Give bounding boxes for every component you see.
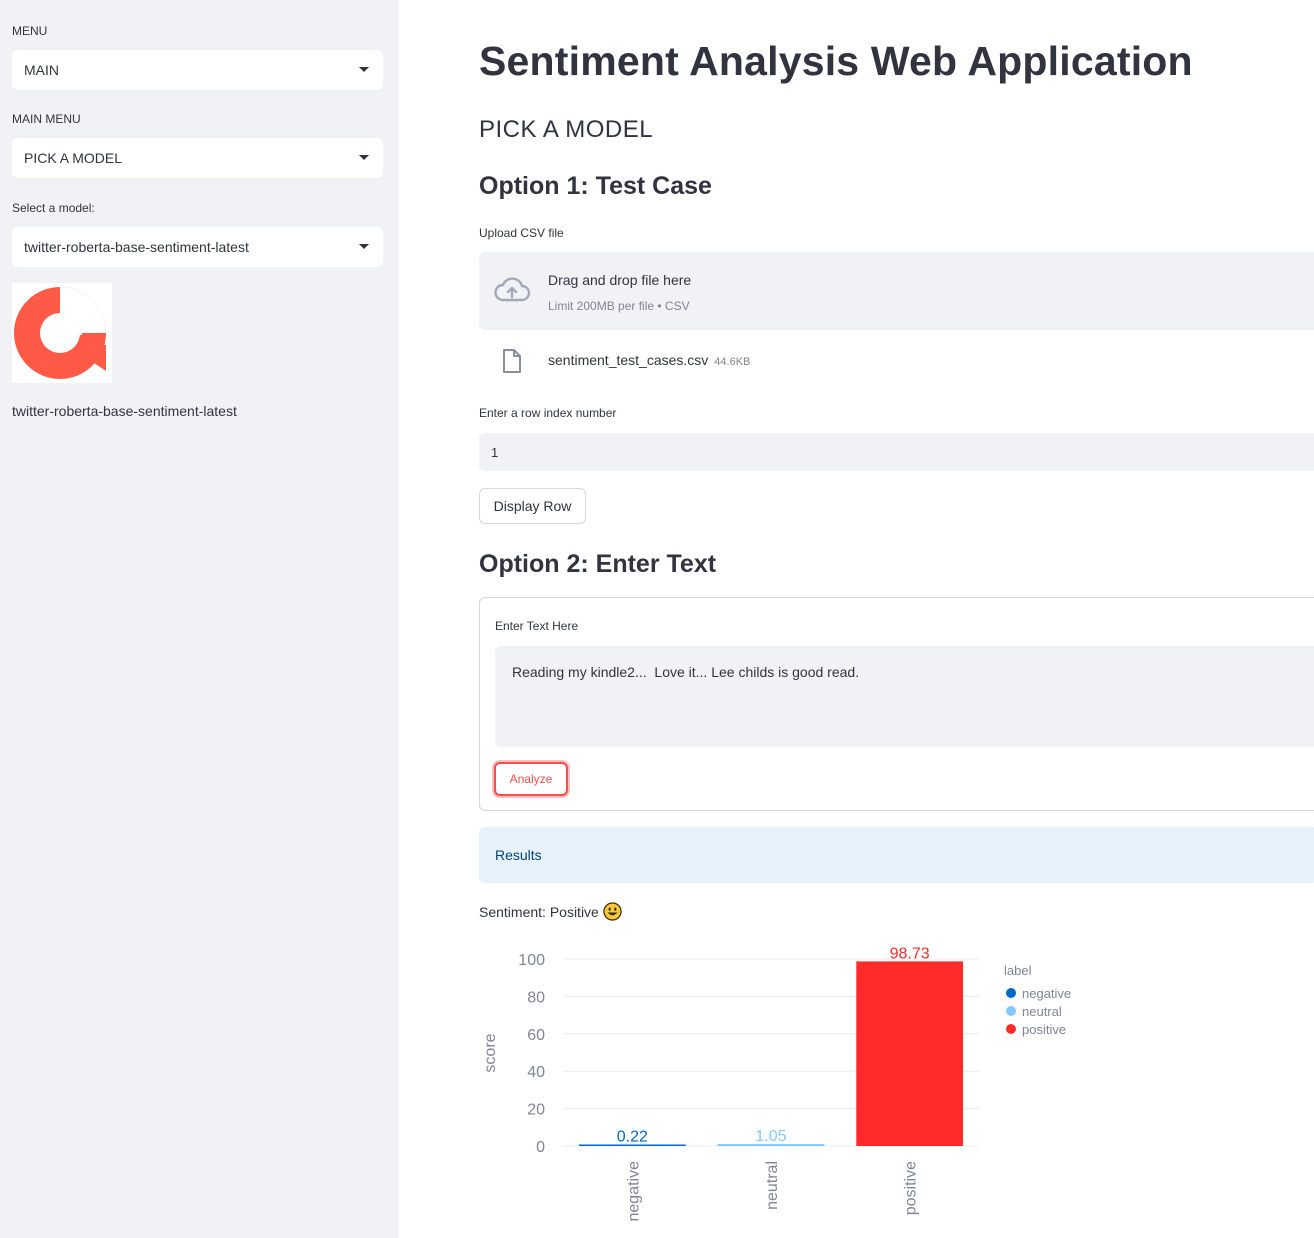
sentiment-result: Sentiment: Positive (479, 902, 622, 921)
red-chat-bubble-logo-icon (14, 287, 106, 379)
dropzone-limit: Limit 200MB per file • CSV (548, 299, 690, 313)
y-tick-label: 60 (527, 1027, 545, 1044)
sentiment-bar-chart: 0 20 40 60 80 100 score 0.22 negative 1.05 neutral… (482, 945, 1071, 1222)
chevron-down-icon (359, 244, 369, 249)
main-menu-select-value: PICK A MODEL (24, 150, 123, 166)
page-title: Sentiment Analysis Web Application (479, 38, 1193, 84)
legend-item: positive (1022, 1022, 1066, 1037)
legend-item: negative (1022, 986, 1071, 1001)
y-tick-label: 80 (527, 989, 545, 1006)
sidebar: MENU MAIN MAIN MENU PICK A MODEL Select … (0, 0, 399, 1238)
main-content: Sentiment Analysis Web Application PICK … (399, 0, 1314, 1238)
legend-title: label (1004, 963, 1032, 978)
cloud-upload-icon (494, 277, 531, 302)
text-input-label: Enter Text Here (495, 619, 579, 633)
display-row-button[interactable]: Display Row (479, 488, 586, 524)
bar-value-label: 98.73 (890, 945, 930, 962)
y-axis-title: score (482, 1033, 499, 1072)
model-select-label: Select a model: (12, 201, 95, 215)
menu-label: MENU (12, 24, 48, 38)
model-caption: twitter-roberta-base-sentiment-latest (12, 403, 237, 419)
legend-swatch (1006, 1006, 1016, 1016)
uploaded-file: sentiment_test_cases.csv 44.6KB (479, 340, 1314, 380)
option1-heading: Option 1: Test Case (479, 172, 712, 200)
chevron-down-icon (359, 155, 369, 160)
grinning-face-icon (603, 902, 622, 921)
file-size: 44.6KB (714, 356, 751, 368)
main-menu-select[interactable]: PICK A MODEL (12, 138, 383, 178)
menu-select[interactable]: MAIN (12, 50, 383, 90)
chevron-down-icon (359, 67, 369, 72)
legend-swatch (1006, 1024, 1016, 1034)
y-tick-label: 100 (518, 952, 545, 969)
x-tick-label: negative (625, 1161, 642, 1222)
dropzone-text: Drag and drop file here (548, 272, 692, 288)
bar-value-label: 0.22 (617, 1129, 648, 1146)
analyze-button[interactable]: Analyze (494, 762, 568, 796)
y-tick-label: 20 (527, 1102, 545, 1119)
option2-heading: Option 2: Enter Text (479, 550, 717, 578)
model-logo (12, 283, 112, 383)
text-input[interactable]: Reading my kindle2... Love it... Lee chi… (495, 646, 1314, 747)
section-heading: PICK A MODEL (479, 116, 654, 143)
x-tick-label: neutral (764, 1161, 781, 1210)
bar-value-label: 1.05 (755, 1128, 786, 1145)
model-select-value: twitter-roberta-base-sentiment-latest (24, 239, 249, 255)
file-name: sentiment_test_cases.csv (548, 352, 709, 368)
bar-positive (856, 961, 964, 1146)
menu-select-value: MAIN (24, 62, 59, 78)
results-banner: Results (479, 827, 1314, 883)
file-dropzone[interactable]: Drag and drop file here Limit 200MB per … (479, 252, 1314, 330)
legend-item: neutral (1022, 1004, 1062, 1019)
x-tick-label: positive (903, 1161, 920, 1215)
model-select[interactable]: twitter-roberta-base-sentiment-latest (12, 227, 383, 267)
file-icon (503, 349, 521, 373)
row-index-label: Enter a row index number (479, 406, 617, 420)
y-tick-label: 0 (536, 1139, 545, 1156)
main-menu-label: MAIN MENU (12, 112, 81, 126)
upload-label: Upload CSV file (479, 226, 564, 240)
row-index-input[interactable]: 1 (479, 433, 1314, 471)
results-label: Results (495, 847, 542, 863)
sentiment-text: Sentiment: Positive (479, 903, 599, 920)
y-tick-label: 40 (527, 1064, 545, 1081)
text-form: Enter Text Here Reading my kindle2... Lo… (479, 597, 1314, 811)
legend-swatch (1006, 988, 1016, 998)
